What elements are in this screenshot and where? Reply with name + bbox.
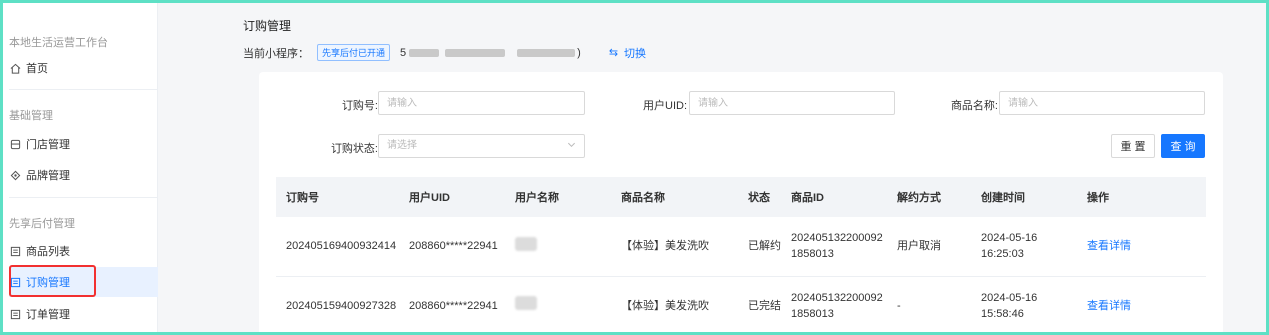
created-date: 2024-05-16 [981,232,1038,245]
product-id-line: 202405132200092 [791,232,883,245]
termination-cell: - [887,276,971,335]
column-header: 状态 [738,177,781,217]
workspace-title: 本地生活运营工作台 [9,37,108,49]
mini-id-suffix: ) [577,46,581,59]
store-icon [9,138,21,150]
table-header-row: 订购号 用户UID 用户名称 商品名称 状态 商品ID 解约方式 创建时间 操作 [276,177,1206,217]
chevron-down-icon [567,140,576,151]
column-header: 商品名称 [611,177,738,217]
query-button[interactable]: 查 询 [1161,134,1205,158]
uid-cell: 208860*****22941 [399,276,505,335]
view-details-link[interactable]: 查看详情 [1087,240,1131,252]
product-id-cell: 202405132200092 1858013 [781,217,887,277]
created-date: 2024-05-16 [981,291,1038,304]
sidebar-item-label: 门店管理 [26,139,70,151]
product-id-line: 1858013 [791,307,834,320]
sidebar-item-label: 品牌管理 [26,170,70,182]
sidebar-item-product-list[interactable]: 商品列表 [9,236,158,266]
status-select[interactable]: 请选择 [378,134,585,158]
created-time-cell: 2024-05-16 16:25:03 [971,217,1077,277]
section-prepaid-title: 先享后付管理 [9,218,75,230]
product-id-cell: 202405132200092 1858013 [781,276,887,335]
table-row: 202405169400932414 208860*****22941 【体验】… [276,217,1206,277]
redacted-bar [517,48,576,57]
product-id-line: 1858013 [791,248,834,261]
brand-icon [9,169,21,181]
switch-label: 切换 [624,47,647,60]
user-name-cell [505,276,611,335]
column-header: 操作 [1077,177,1206,217]
product-name-cell: 【体验】美发洗吹 [611,276,738,335]
product-name-input[interactable] [999,91,1205,115]
list-icon [9,308,21,320]
home-icon [9,62,21,74]
column-header: 用户UID [399,177,505,217]
status-cell: 已完结 [738,276,781,335]
sidebar-item-label: 商品列表 [26,246,70,258]
column-header: 解约方式 [887,177,971,217]
column-header: 订购号 [276,177,399,217]
sidebar-item-home[interactable]: 首页 [9,53,158,83]
column-header: 用户名称 [505,177,611,217]
section-basic-title: 基础管理 [9,110,53,122]
redacted-bar [445,48,506,57]
swap-icon: ⇆ [608,47,619,59]
sidebar-item-orders[interactable]: 订单管理 [9,299,158,329]
created-time: 15:58:46 [981,307,1024,320]
product-name-label: 商品名称: [950,100,998,112]
redacted-name [515,236,537,251]
status-cell: 已解约 [738,217,781,277]
product-name-cell: 【体验】美发洗吹 [611,217,738,277]
column-header: 商品ID [781,177,887,217]
list-icon [9,245,21,257]
sidebar-item-label: 订单管理 [26,309,70,321]
uid-cell: 208860*****22941 [399,217,505,277]
reset-button[interactable]: 重 置 [1111,134,1155,158]
mini-id-prefix: 5 [400,46,407,59]
order-no-input[interactable] [378,91,585,115]
action-cell: 查看详情 [1077,217,1206,277]
miniprogram-id: 5 ) [400,47,581,59]
uid-input[interactable] [689,91,895,115]
order-no-cell: 202405159400927328 [276,276,399,335]
page-title: 订购管理 [243,19,292,33]
sidebar-item-store[interactable]: 门店管理 [9,129,158,159]
action-cell: 查看详情 [1077,276,1206,335]
created-time-cell: 2024-05-16 15:58:46 [971,276,1077,335]
redacted-bar [409,48,440,57]
highlight-box [9,265,96,297]
sidebar-divider [9,89,158,90]
switch-button[interactable]: ⇆ 切换 [609,45,646,61]
current-miniprogram-row: 当前小程序： 先享后付已开通 5 ) ⇆ 切换 [243,44,646,61]
sidebar-item-label: 首页 [26,63,48,75]
sidebar-divider [9,197,158,198]
user-name-cell [505,217,611,277]
product-id-line: 202405132200092 [791,291,883,304]
order-no-label: 订购号: [341,100,378,112]
mini-label: 当前小程序： [243,47,309,60]
order-no-cell: 202405169400932414 [276,217,399,277]
table-row: 202405159400927328 208860*****22941 【体验】… [276,276,1206,335]
sidebar-item-brand[interactable]: 品牌管理 [9,160,158,190]
created-time: 16:25:03 [981,248,1024,261]
uid-label: 用户UID: [643,100,687,112]
subscription-table: 订购号 用户UID 用户名称 商品名称 状态 商品ID 解约方式 创建时间 操作… [276,177,1206,335]
termination-cell: 用户取消 [887,217,971,277]
redacted-name [515,296,537,310]
status-label: 订购状态: [330,143,378,155]
status-badge: 先享后付已开通 [317,44,391,61]
view-details-link[interactable]: 查看详情 [1087,300,1131,312]
column-header: 创建时间 [971,177,1077,217]
